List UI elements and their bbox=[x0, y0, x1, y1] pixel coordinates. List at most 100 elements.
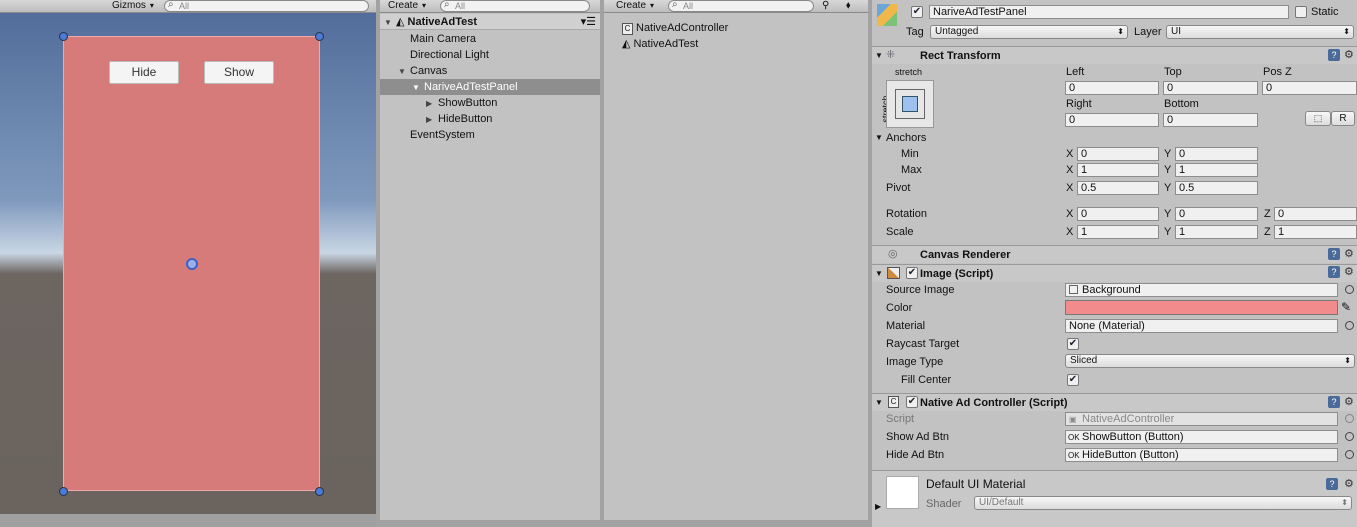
hide-ad-btn-field[interactable]: OK HideButton (Button) bbox=[1065, 448, 1338, 462]
project-item-native-ad-controller[interactable]: C NativeAdController bbox=[622, 20, 728, 36]
left-field[interactable]: 0 bbox=[1065, 81, 1159, 95]
filter-by-type-icon[interactable]: ⚲ bbox=[822, 0, 829, 11]
anchor-handle-br[interactable] bbox=[315, 487, 324, 496]
material-field[interactable]: None (Material) bbox=[1065, 319, 1338, 333]
pivot-y-field[interactable]: 0.5 bbox=[1175, 181, 1258, 195]
anchor-presets-button[interactable] bbox=[886, 80, 934, 128]
gear-icon[interactable]: ⚙ bbox=[1344, 478, 1354, 490]
help-icon[interactable]: ? bbox=[1328, 266, 1340, 278]
gear-icon[interactable]: ⚙ bbox=[1344, 248, 1354, 260]
raw-edit-button[interactable]: R bbox=[1331, 111, 1355, 126]
menu-icon[interactable]: ▾☰ bbox=[581, 14, 596, 30]
gizmos-dropdown[interactable]: Gizmos bbox=[108, 0, 156, 12]
rotation-z-field[interactable]: 0 bbox=[1274, 207, 1357, 221]
scale-z-field[interactable]: 1 bbox=[1274, 225, 1357, 239]
collapse-arrow-icon[interactable]: ▶ bbox=[426, 96, 438, 112]
top-field[interactable]: 0 bbox=[1163, 81, 1258, 95]
help-icon[interactable]: ? bbox=[1326, 478, 1338, 490]
collapse-arrow-icon[interactable]: ▼ bbox=[875, 396, 883, 410]
gameobject-cube-icon bbox=[877, 4, 897, 26]
controller-enabled-checkbox[interactable]: ✔ bbox=[906, 396, 918, 408]
collapse-arrow-icon[interactable]: ▼ bbox=[875, 49, 883, 63]
project-item-native-ad-test[interactable]: ◭ NativeAdTest bbox=[622, 36, 698, 52]
collapse-arrow-icon[interactable]: ▶ bbox=[426, 112, 438, 128]
object-picker-icon[interactable] bbox=[1345, 321, 1354, 330]
show-ad-btn-field[interactable]: OK ShowButton (Button) bbox=[1065, 430, 1338, 444]
color-swatch-field[interactable] bbox=[1065, 300, 1338, 315]
right-field[interactable]: 0 bbox=[1065, 113, 1159, 127]
shader-select[interactable]: UI/Default bbox=[974, 496, 1352, 510]
hierarchy-scene-root[interactable]: ▼ ◭ NativeAdTest ▾☰ bbox=[380, 14, 600, 30]
object-picker-icon[interactable] bbox=[1345, 285, 1354, 294]
anchor-handle-bl[interactable] bbox=[59, 487, 68, 496]
scene-show-button[interactable]: Show bbox=[204, 61, 274, 84]
hierarchy-search-input[interactable]: All bbox=[440, 0, 590, 12]
pivot-handle[interactable] bbox=[186, 258, 198, 270]
pivot-label: Pivot bbox=[886, 182, 911, 194]
show-ad-btn-label: Show Ad Btn bbox=[886, 431, 949, 443]
script-icon: ▣ bbox=[1069, 415, 1077, 424]
hierarchy-item-event-system[interactable]: EventSystem bbox=[410, 127, 475, 143]
collapse-arrow-icon[interactable]: ▼ bbox=[875, 267, 883, 281]
rect-transform-icon: ⁜ bbox=[886, 49, 896, 61]
scene-hide-button[interactable]: Hide bbox=[109, 61, 179, 84]
object-picker-icon[interactable] bbox=[1345, 432, 1354, 441]
gear-icon[interactable]: ⚙ bbox=[1344, 396, 1354, 408]
gear-icon[interactable]: ⚙ bbox=[1344, 266, 1354, 278]
hide-ad-btn-label: Hide Ad Btn bbox=[886, 449, 945, 461]
expand-arrow-icon[interactable]: ▼ bbox=[398, 64, 410, 80]
scale-x-field[interactable]: 1 bbox=[1077, 225, 1159, 239]
hierarchy-item-show-button[interactable]: ▶ ShowButton bbox=[426, 95, 497, 111]
scene-search-input[interactable]: All bbox=[164, 0, 369, 12]
expand-arrow-icon[interactable]: ▼ bbox=[412, 80, 424, 96]
object-picker-icon[interactable] bbox=[1345, 450, 1354, 459]
anchor-handle-tr[interactable] bbox=[315, 32, 324, 41]
static-checkbox[interactable] bbox=[1295, 6, 1307, 18]
anchors-foldout-arrow-icon[interactable]: ▼ bbox=[875, 131, 883, 145]
help-icon[interactable]: ? bbox=[1328, 49, 1340, 61]
anchor-handle-tl[interactable] bbox=[59, 32, 68, 41]
project-create-dropdown[interactable]: Create bbox=[612, 0, 656, 12]
project-search-input[interactable]: All bbox=[668, 0, 814, 12]
help-icon[interactable]: ? bbox=[1328, 396, 1340, 408]
hierarchy-item-selected-panel[interactable]: ▼ NariveAdTestPanel bbox=[380, 79, 600, 95]
posz-field[interactable]: 0 bbox=[1262, 81, 1357, 95]
expand-arrow-icon[interactable]: ▼ bbox=[384, 15, 396, 31]
scale-y-field[interactable]: 1 bbox=[1175, 225, 1258, 239]
hierarchy-item-hide-button[interactable]: ▶ HideButton bbox=[426, 111, 492, 127]
hierarchy-item-directional-light[interactable]: Directional Light bbox=[410, 47, 489, 63]
hierarchy-create-dropdown[interactable]: Create bbox=[384, 0, 428, 12]
tag-icon[interactable]: ⬧ bbox=[846, 0, 851, 11]
tag-select[interactable]: Untagged bbox=[930, 25, 1128, 39]
raycast-target-checkbox[interactable]: ✔ bbox=[1067, 338, 1079, 350]
pivot-x-field[interactable]: 0.5 bbox=[1077, 181, 1159, 195]
source-image-field[interactable]: Background bbox=[1065, 283, 1338, 297]
rotation-y-field[interactable]: 0 bbox=[1175, 207, 1258, 221]
scene-view[interactable]: Gizmos All Hide Show bbox=[0, 0, 376, 527]
image-enabled-checkbox[interactable]: ✔ bbox=[906, 267, 918, 279]
gear-icon[interactable]: ⚙ bbox=[1344, 49, 1354, 61]
image-type-select[interactable]: Sliced bbox=[1065, 354, 1355, 368]
hierarchy-item-canvas[interactable]: ▼ Canvas bbox=[398, 63, 447, 79]
anchor-max-x-field[interactable]: 1 bbox=[1077, 163, 1159, 177]
rotation-x-field[interactable]: 0 bbox=[1077, 207, 1159, 221]
scale-label: Scale bbox=[886, 226, 914, 238]
x-label: X bbox=[1066, 164, 1074, 176]
hierarchy-item-main-camera[interactable]: Main Camera bbox=[410, 31, 476, 47]
bottom-field[interactable]: 0 bbox=[1163, 113, 1258, 127]
anchors-label[interactable]: Anchors bbox=[886, 131, 926, 145]
active-checkbox[interactable]: ✔ bbox=[911, 6, 923, 18]
color-label: Color bbox=[886, 302, 913, 314]
hierarchy-item-label: NariveAdTestPanel bbox=[424, 81, 518, 93]
anchor-min-x-field[interactable]: 0 bbox=[1077, 147, 1159, 161]
eyedropper-icon[interactable]: ✎ bbox=[1341, 300, 1351, 314]
object-name-field[interactable]: NariveAdTestPanel bbox=[929, 5, 1289, 19]
source-image-value: Background bbox=[1082, 284, 1141, 296]
help-icon[interactable]: ? bbox=[1328, 248, 1340, 260]
fill-center-checkbox[interactable]: ✔ bbox=[1067, 374, 1079, 386]
anchor-min-y-field[interactable]: 0 bbox=[1175, 147, 1258, 161]
expand-arrow-icon[interactable]: ▶ bbox=[875, 500, 881, 514]
layer-select[interactable]: UI bbox=[1166, 25, 1354, 39]
anchor-max-y-field[interactable]: 1 bbox=[1175, 163, 1258, 177]
blueprint-mode-button[interactable]: ⬚ bbox=[1305, 111, 1331, 126]
